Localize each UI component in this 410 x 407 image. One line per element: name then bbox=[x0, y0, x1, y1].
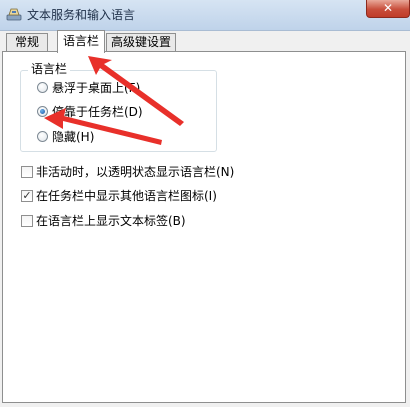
radio-button[interactable] bbox=[37, 82, 48, 93]
radio-label: 隐藏(H) bbox=[52, 130, 95, 144]
tab-label: 高级键设置 bbox=[110, 35, 171, 49]
radio-button[interactable] bbox=[37, 131, 48, 142]
tab-label: 常规 bbox=[14, 35, 39, 49]
window-title: 文本服务和输入语言 bbox=[27, 8, 136, 22]
checkmark-icon: ✓ bbox=[22, 189, 32, 202]
close-icon: ✕ bbox=[383, 1, 394, 15]
tab-general[interactable]: 常规 bbox=[6, 33, 48, 51]
tab-label: 语言栏 bbox=[62, 34, 99, 48]
radio-label: 停靠于任务栏(D) bbox=[52, 105, 143, 119]
checkbox[interactable] bbox=[21, 166, 33, 178]
groupbox-label: 语言栏 bbox=[28, 61, 71, 77]
checkbox-label: 在任务栏中显示其他语言栏图标(I) bbox=[36, 189, 217, 203]
title-bar: 文本服务和输入语言 ✕ bbox=[0, 0, 410, 31]
checkbox-label: 在语言栏上显示文本标签(B) bbox=[36, 214, 186, 228]
checkbox-label: 非活动时，以透明状态显示语言栏(N) bbox=[36, 165, 235, 179]
radio-label: 悬浮于桌面上(F) bbox=[52, 81, 141, 95]
checkbox[interactable]: ✓ bbox=[21, 190, 33, 202]
keyboard-app-icon bbox=[6, 8, 22, 21]
tab-language-bar[interactable]: 语言栏 bbox=[57, 30, 105, 53]
radio-button[interactable] bbox=[37, 106, 48, 117]
tab-strip: 常规 语言栏 高级键设置 bbox=[0, 30, 410, 53]
close-button[interactable]: ✕ bbox=[366, 0, 410, 18]
tab-advanced-key-settings[interactable]: 高级键设置 bbox=[106, 33, 176, 51]
checkbox[interactable] bbox=[21, 215, 33, 227]
